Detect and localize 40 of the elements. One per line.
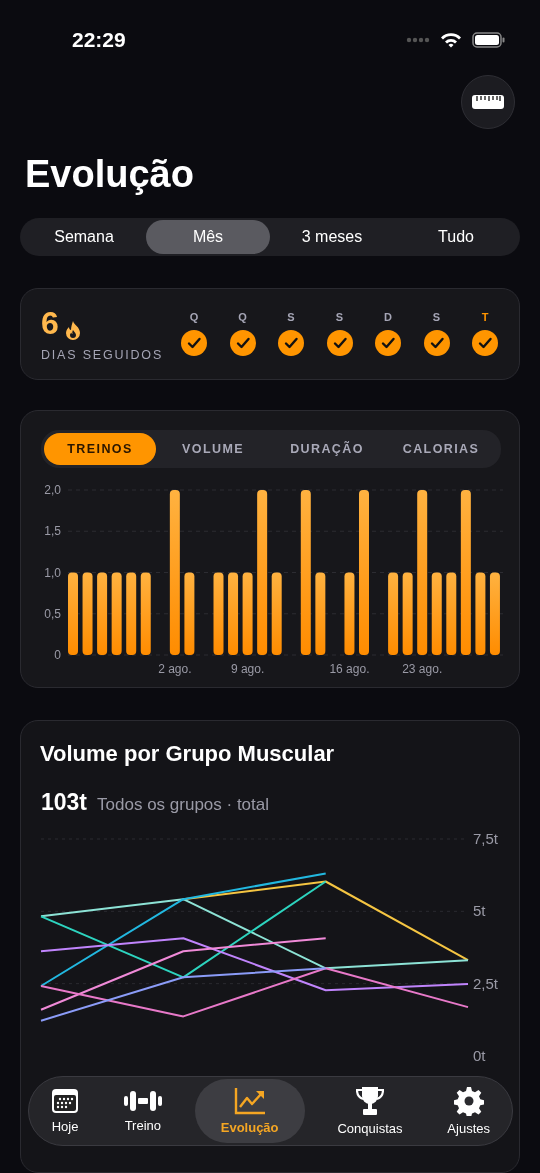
axis-label: 0t <box>473 1046 486 1064</box>
axis-label: 0 <box>54 648 61 663</box>
axis-label: 23 ago. <box>402 662 443 677</box>
axis-label: 0,5 <box>44 607 61 622</box>
axis-label: 1,5 <box>44 524 61 539</box>
tab-bar-item[interactable]: Conquistas <box>325 1079 415 1143</box>
axis-label: 2,0 <box>44 483 61 498</box>
axis-label: 16 ago. <box>329 662 370 677</box>
tab-bar-item[interactable]: Hoje <box>39 1079 91 1143</box>
tab-bar-item[interactable]: Treino <box>111 1079 174 1143</box>
weekday-label: Q <box>238 311 247 324</box>
streak-count: 6 <box>41 306 59 341</box>
period-tab[interactable]: Tudo <box>394 220 518 254</box>
axis-label: 7,5t <box>473 829 499 847</box>
weekday-label: S <box>287 311 295 324</box>
status-time: 22:29 <box>72 27 126 52</box>
card-title: Volume por Grupo Muscular <box>39 740 336 767</box>
total-caption: Todos os grupos · total <box>97 794 270 815</box>
metric-tab[interactable]: DURAÇÃO <box>270 433 384 466</box>
tab-bar-item[interactable]: Evolução <box>194 1079 305 1143</box>
metric-tab[interactable]: VOLUME <box>156 433 270 466</box>
axis-label: 2 ago. <box>158 662 192 677</box>
weekday-label: T <box>481 311 489 324</box>
streak-label: DIAS SEGUIDOS <box>41 348 165 363</box>
weekday-label: S <box>432 311 441 324</box>
period-tab[interactable]: Semana <box>22 220 146 254</box>
metric-tab[interactable]: CALORIAS <box>384 433 498 466</box>
metric-tab[interactable]: TREINOS <box>44 433 156 466</box>
weekday-label: Q <box>189 311 199 324</box>
period-tab[interactable]: 3 meses <box>270 220 394 254</box>
axis-label: 5t <box>473 901 486 919</box>
axis-label: 1,0 <box>44 566 61 580</box>
tab-bar-item[interactable]: Ajustes <box>435 1079 502 1143</box>
weekday-label: D <box>384 311 392 324</box>
weekday-label: S <box>335 311 344 324</box>
period-tab[interactable]: Mês <box>146 220 270 254</box>
axis-label: 2,5t <box>473 974 499 992</box>
page-title: Evolução <box>25 152 195 198</box>
total-value: 103t <box>41 788 88 816</box>
axis-label: 9 ago. <box>230 662 265 677</box>
